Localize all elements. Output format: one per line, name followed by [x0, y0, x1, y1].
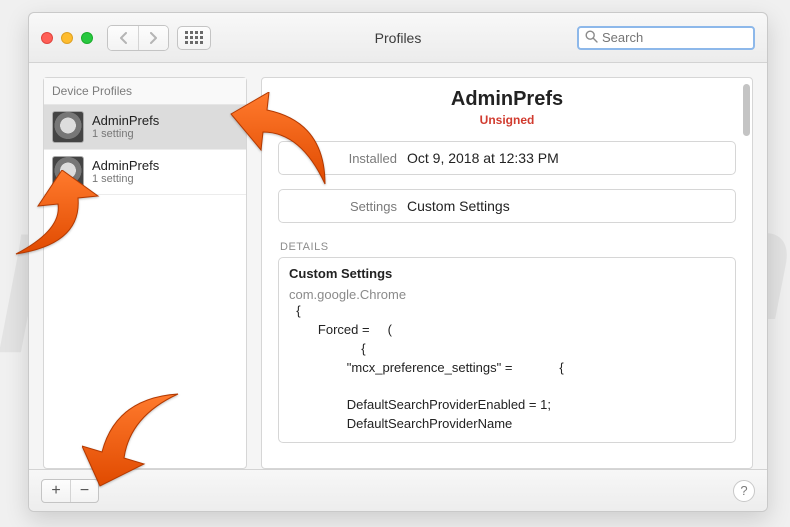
profile-details-pane: AdminPrefs Unsigned Installed Oct 9, 201… [261, 77, 753, 469]
preferences-window: Profiles Device Profiles AdminPrefs 1 se… [28, 12, 768, 512]
forward-button[interactable] [138, 26, 168, 50]
profile-item[interactable]: AdminPrefs 1 setting [44, 150, 246, 195]
add-remove-group: + − [41, 479, 99, 503]
info-value: Custom Settings [407, 198, 510, 214]
profile-subtitle: 1 setting [92, 173, 159, 185]
info-row-settings: Settings Custom Settings [278, 189, 736, 223]
info-label: Installed [289, 151, 407, 166]
help-button[interactable]: ? [733, 480, 755, 502]
profile-icon [52, 156, 84, 188]
detail-title: AdminPrefs [278, 88, 736, 111]
profile-subtitle: 1 setting [92, 128, 159, 140]
profile-name: AdminPrefs [92, 159, 159, 173]
search-field[interactable] [577, 26, 755, 50]
window-controls [41, 32, 93, 44]
nav-buttons [107, 25, 169, 51]
close-button[interactable] [41, 32, 53, 44]
maximize-button[interactable] [81, 32, 93, 44]
add-button[interactable]: + [42, 480, 70, 502]
titlebar: Profiles [29, 13, 767, 63]
show-all-button[interactable] [177, 26, 211, 50]
details-domain: com.google.Chrome [289, 287, 406, 302]
details-title: Custom Settings [289, 266, 725, 281]
footer-bar: + − ? [29, 469, 767, 511]
sidebar-header: Device Profiles [44, 78, 246, 105]
content-area: Device Profiles AdminPrefs 1 setting Adm… [29, 63, 767, 469]
back-button[interactable] [108, 26, 138, 50]
detail-status: Unsigned [278, 113, 736, 127]
profile-icon [52, 111, 84, 143]
remove-button[interactable]: − [70, 480, 98, 502]
details-body: { Forced = ( { "mcx_preference_settings"… [289, 302, 725, 434]
info-value: Oct 9, 2018 at 12:33 PM [407, 150, 559, 166]
profile-name: AdminPrefs [92, 114, 159, 128]
grid-icon [185, 31, 203, 44]
info-row-installed: Installed Oct 9, 2018 at 12:33 PM [278, 141, 736, 175]
minimize-button[interactable] [61, 32, 73, 44]
info-label: Settings [289, 199, 407, 214]
details-box: Custom Settings com.google.Chrome { Forc… [278, 257, 736, 443]
profiles-sidebar: Device Profiles AdminPrefs 1 setting Adm… [43, 77, 247, 469]
details-section-label: DETAILS [280, 241, 736, 253]
scrollbar[interactable] [743, 84, 750, 136]
search-input[interactable] [602, 30, 778, 45]
search-icon [585, 30, 598, 46]
profile-item[interactable]: AdminPrefs 1 setting [44, 105, 246, 150]
